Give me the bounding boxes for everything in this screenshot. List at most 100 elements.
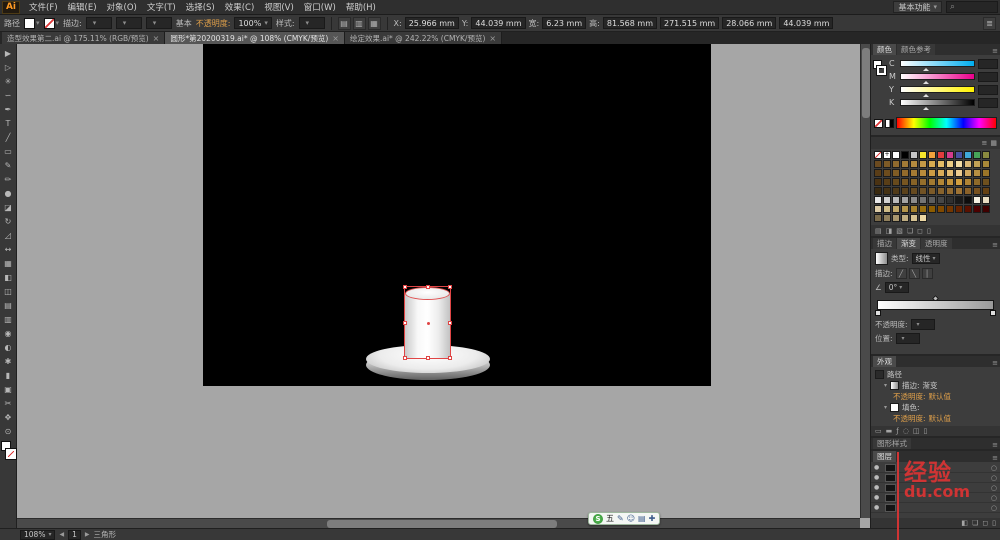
horizontal-scrollbar-thumb[interactable] xyxy=(327,520,557,528)
make-mask-icon[interactable]: ◧ xyxy=(961,519,968,527)
shape-builder-tool[interactable]: ◧ xyxy=(1,270,16,284)
swatch[interactable] xyxy=(919,160,927,168)
swatch[interactable] xyxy=(928,178,936,186)
tab-gradient[interactable]: 渐变 xyxy=(897,238,920,249)
duplicate-item-icon[interactable]: ◫ xyxy=(913,427,920,435)
list-view-icon[interactable]: ≡ xyxy=(982,139,988,147)
appearance-row[interactable]: 不透明度: 默认值 xyxy=(871,391,1000,402)
swatch-options-icon[interactable]: ▧ xyxy=(896,227,903,235)
swatch[interactable] xyxy=(919,214,927,222)
selection-handle[interactable] xyxy=(448,320,452,325)
menu-item[interactable]: 帮助(H) xyxy=(341,0,381,15)
menu-item[interactable]: 编辑(E) xyxy=(63,0,102,15)
brush-definition-dropdown[interactable] xyxy=(145,17,172,29)
paintbrush-tool[interactable]: ✎ xyxy=(1,158,16,172)
swatch[interactable] xyxy=(973,151,981,159)
swatch[interactable] xyxy=(919,151,927,159)
perspective-grid-tool[interactable]: ◫ xyxy=(1,284,16,298)
magic-wand-tool[interactable]: ✳ xyxy=(1,74,16,88)
gradient-slider[interactable] xyxy=(875,294,996,316)
channel-value-field[interactable] xyxy=(978,84,998,95)
scale-tool[interactable]: ◿ xyxy=(1,228,16,242)
swatch[interactable] xyxy=(910,205,918,213)
appearance-row[interactable]: ▾ 填色: xyxy=(871,402,1000,413)
transform-field-value[interactable]: 44.039 mm xyxy=(779,17,834,29)
swatch[interactable] xyxy=(892,196,900,204)
stroke-color-dropdown[interactable] xyxy=(43,17,60,29)
swatch[interactable] xyxy=(964,196,972,204)
swatch[interactable] xyxy=(973,178,981,186)
artboard-nav-field[interactable]: 1 xyxy=(68,529,81,540)
direct-selection-tool[interactable]: ▷ xyxy=(1,60,16,74)
transform-field-value[interactable]: 28.066 mm xyxy=(722,17,777,29)
swatch[interactable] xyxy=(955,196,963,204)
swatch[interactable] xyxy=(946,205,954,213)
swatch[interactable] xyxy=(928,196,936,204)
sogou-logo[interactable]: S xyxy=(593,513,603,524)
search-input[interactable] xyxy=(946,1,998,13)
new-layer-icon[interactable]: ◻ xyxy=(982,519,988,527)
artboard[interactable] xyxy=(203,44,711,386)
selection-handle[interactable] xyxy=(403,285,407,289)
lasso-tool[interactable]: ∽ xyxy=(1,88,16,102)
swatch-libraries-icon[interactable]: ▤ xyxy=(875,227,882,235)
swatch[interactable] xyxy=(874,151,882,159)
swatch[interactable] xyxy=(964,160,972,168)
stroke-weight-dropdown[interactable] xyxy=(85,17,112,29)
swatch[interactable] xyxy=(901,196,909,204)
swatch[interactable] xyxy=(973,160,981,168)
swatch[interactable]: + xyxy=(883,151,891,159)
appearance-row[interactable]: 不透明度: 默认值 xyxy=(871,413,1000,424)
line-segment-tool[interactable]: ╱ xyxy=(1,130,16,144)
transform-field-value[interactable]: 25.966 mm xyxy=(404,17,459,29)
swatch[interactable] xyxy=(928,169,936,177)
swatch[interactable] xyxy=(982,169,990,177)
fill-color-dropdown[interactable] xyxy=(24,17,40,29)
selection-handle[interactable] xyxy=(448,285,452,289)
swatch[interactable] xyxy=(883,187,891,195)
swatch[interactable] xyxy=(946,151,954,159)
swatch[interactable] xyxy=(892,178,900,186)
swatch[interactable] xyxy=(910,160,918,168)
swatch[interactable] xyxy=(946,178,954,186)
layer-target-icon[interactable]: ○ xyxy=(991,484,997,492)
swatch[interactable] xyxy=(973,187,981,195)
swatch[interactable] xyxy=(892,151,900,159)
panel-menu-icon[interactable]: ≡ xyxy=(992,441,1000,449)
tab-graphic-styles[interactable]: 图形样式 xyxy=(873,438,911,449)
eraser-tool[interactable]: ◪ xyxy=(1,200,16,214)
fill-stroke-proxy[interactable] xyxy=(0,441,17,460)
swatch[interactable] xyxy=(883,196,891,204)
panel-menu-icon[interactable]: ≡ xyxy=(992,454,1000,462)
swatch[interactable] xyxy=(892,160,900,168)
keyboard-icon[interactable]: ▤ xyxy=(638,514,646,523)
selection-handle[interactable] xyxy=(403,320,407,325)
menu-item[interactable]: 窗口(W) xyxy=(299,0,341,15)
visibility-eye-icon[interactable]: ● xyxy=(874,474,882,481)
menu-item[interactable]: 效果(C) xyxy=(220,0,260,15)
delete-item-icon[interactable]: ▯ xyxy=(923,427,927,435)
appearance-row[interactable]: ▾ 描边: 渐变 xyxy=(871,380,1000,391)
swatch[interactable] xyxy=(973,196,981,204)
new-swatch-icon[interactable]: ◻ xyxy=(917,227,923,235)
swatch[interactable] xyxy=(937,151,945,159)
swatch[interactable] xyxy=(982,178,990,186)
swatch[interactable] xyxy=(964,151,972,159)
swatch[interactable] xyxy=(901,187,909,195)
swatch[interactable] xyxy=(883,160,891,168)
swatch[interactable] xyxy=(937,196,945,204)
swatch[interactable] xyxy=(910,178,918,186)
close-icon[interactable]: × xyxy=(153,34,160,43)
next-artboard-icon[interactable]: ▶ xyxy=(85,531,90,538)
align-right-icon[interactable]: ▦ xyxy=(367,16,381,30)
swatch[interactable] xyxy=(874,178,882,186)
layer-row[interactable]: ● ○ xyxy=(871,473,1000,483)
channel-value-field[interactable] xyxy=(978,58,998,69)
swatch[interactable] xyxy=(937,169,945,177)
swatch[interactable] xyxy=(964,178,972,186)
symbol-sprayer-tool[interactable]: ✱ xyxy=(1,354,16,368)
width-tool[interactable]: ↔ xyxy=(1,242,16,256)
opacity-dropdown[interactable]: 100% xyxy=(234,17,272,29)
layer-target-icon[interactable]: ○ xyxy=(991,494,997,502)
channel-slider[interactable] xyxy=(900,73,975,84)
